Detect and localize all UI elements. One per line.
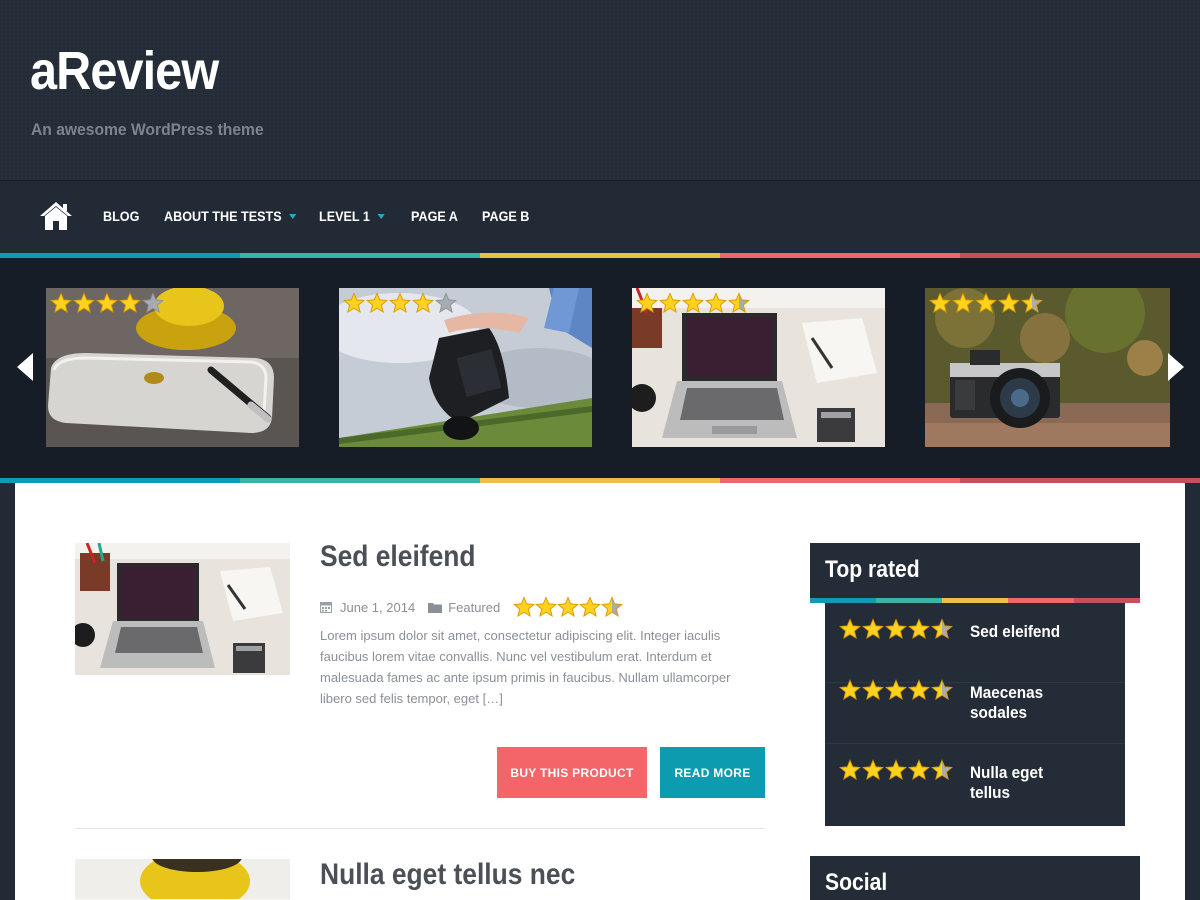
item-name: Nulla eget tellus <box>970 763 1044 802</box>
star-full-icon <box>885 679 907 700</box>
home-icon[interactable] <box>39 201 73 231</box>
buy-product-button[interactable]: BUY THIS PRODUCT <box>497 747 647 798</box>
post-thumbnail[interactable] <box>75 543 290 675</box>
star-half-icon <box>931 759 953 780</box>
post-date[interactable]: June 1, 2014 <box>340 600 415 615</box>
featured-slider <box>0 258 1200 478</box>
star-full-icon <box>412 292 434 313</box>
chevron-down-icon <box>377 213 385 219</box>
site-header: aReview An awesome WordPress theme <box>0 0 1200 180</box>
post-meta: June 1, 2014 Featured <box>320 596 624 618</box>
nav-item-page-a[interactable]: PAGE A <box>411 208 458 224</box>
star-full-icon <box>636 292 658 313</box>
laptop-desk-photo <box>75 543 290 675</box>
widget-title: Top rated <box>825 556 920 583</box>
site-description: An awesome WordPress theme <box>31 120 264 139</box>
post-category[interactable]: Featured <box>448 600 500 615</box>
star-half-icon <box>1021 292 1043 313</box>
star-full-icon <box>908 759 930 780</box>
star-full-icon <box>952 292 974 313</box>
star-empty-icon <box>142 292 164 313</box>
calendar-icon <box>320 602 332 613</box>
ipad-coffee-photo <box>75 859 290 900</box>
star-full-icon <box>659 292 681 313</box>
star-half-icon <box>931 618 953 639</box>
star-full-icon <box>682 292 704 313</box>
nav-item-about-the-tests[interactable]: ABOUT THE TESTS <box>164 208 297 224</box>
star-full-icon <box>119 292 141 313</box>
star-full-icon <box>885 759 907 780</box>
star-full-icon <box>73 292 95 313</box>
star-full-icon <box>513 596 536 617</box>
star-full-icon <box>862 679 884 700</box>
post-divider <box>75 828 765 829</box>
star-full-icon <box>389 292 411 313</box>
star-full-icon <box>862 618 884 639</box>
nav-item-level-1[interactable]: LEVEL 1 <box>319 208 385 224</box>
post-thumbnail[interactable] <box>75 859 290 900</box>
post-title[interactable]: Sed eleifend <box>320 540 476 574</box>
post-rating <box>513 596 624 618</box>
star-half-icon <box>931 679 953 700</box>
star-full-icon <box>366 292 388 313</box>
star-full-icon <box>908 618 930 639</box>
main-nav: BLOG ABOUT THE TESTS LEVEL 1 PAGE A PAGE… <box>0 180 1200 253</box>
social-widget-header: Social <box>810 856 1140 900</box>
item-rating <box>839 679 953 701</box>
top-rated-widget-header: Top rated <box>810 543 1140 598</box>
star-full-icon <box>908 679 930 700</box>
star-full-icon <box>998 292 1020 313</box>
star-full-icon <box>839 618 861 639</box>
star-half-icon <box>728 292 750 313</box>
slide-rating <box>636 292 750 314</box>
star-full-icon <box>96 292 118 313</box>
star-full-icon <box>557 596 580 617</box>
slide-vintage-camera[interactable] <box>925 288 1170 447</box>
star-full-icon <box>885 618 907 639</box>
top-rated-item[interactable]: Nulla eget tellus <box>825 744 1125 824</box>
item-rating <box>839 618 953 640</box>
arrow-left-icon[interactable] <box>17 353 33 381</box>
star-half-icon <box>601 596 624 617</box>
top-rated-item[interactable]: Maecenas sodales <box>825 664 1125 744</box>
item-rating <box>839 759 953 781</box>
content-area: Sed eleifend June 1, 2014 Featured Lorem… <box>15 483 1185 900</box>
star-full-icon <box>343 292 365 313</box>
item-name: Maecenas sodales <box>970 683 1044 722</box>
slide-rating <box>929 292 1043 314</box>
post-excerpt: Lorem ipsum dolor sit amet, consectetur … <box>320 628 731 706</box>
top-rated-list: Sed eleifend Maecenas sodales Nulla eget… <box>825 603 1125 826</box>
post-title[interactable]: Nulla eget tellus nec <box>320 858 575 892</box>
item-name: Sed eleifend <box>970 622 1061 641</box>
slide-laptop-desk[interactable] <box>632 288 885 447</box>
slide-rating <box>50 292 164 314</box>
slide-camera-hand[interactable] <box>339 288 592 447</box>
star-full-icon <box>975 292 997 313</box>
site-title[interactable]: aReview <box>30 40 219 102</box>
chevron-down-icon <box>288 213 297 219</box>
widget-title: Social <box>825 869 888 896</box>
folder-icon <box>428 602 443 613</box>
nav-item-blog[interactable]: BLOG <box>103 208 139 224</box>
star-full-icon <box>535 596 558 617</box>
star-full-icon <box>839 679 861 700</box>
arrow-right-icon[interactable] <box>1168 353 1184 381</box>
star-full-icon <box>839 759 861 780</box>
nav-item-page-b[interactable]: PAGE B <box>482 208 529 224</box>
star-full-icon <box>579 596 602 617</box>
read-more-button[interactable]: READ MORE <box>660 747 765 798</box>
star-full-icon <box>862 759 884 780</box>
star-empty-icon <box>435 292 457 313</box>
slide-ipad-coffee[interactable] <box>46 288 299 447</box>
slide-rating <box>343 292 457 314</box>
star-full-icon <box>705 292 727 313</box>
star-full-icon <box>50 292 72 313</box>
star-full-icon <box>929 292 951 313</box>
